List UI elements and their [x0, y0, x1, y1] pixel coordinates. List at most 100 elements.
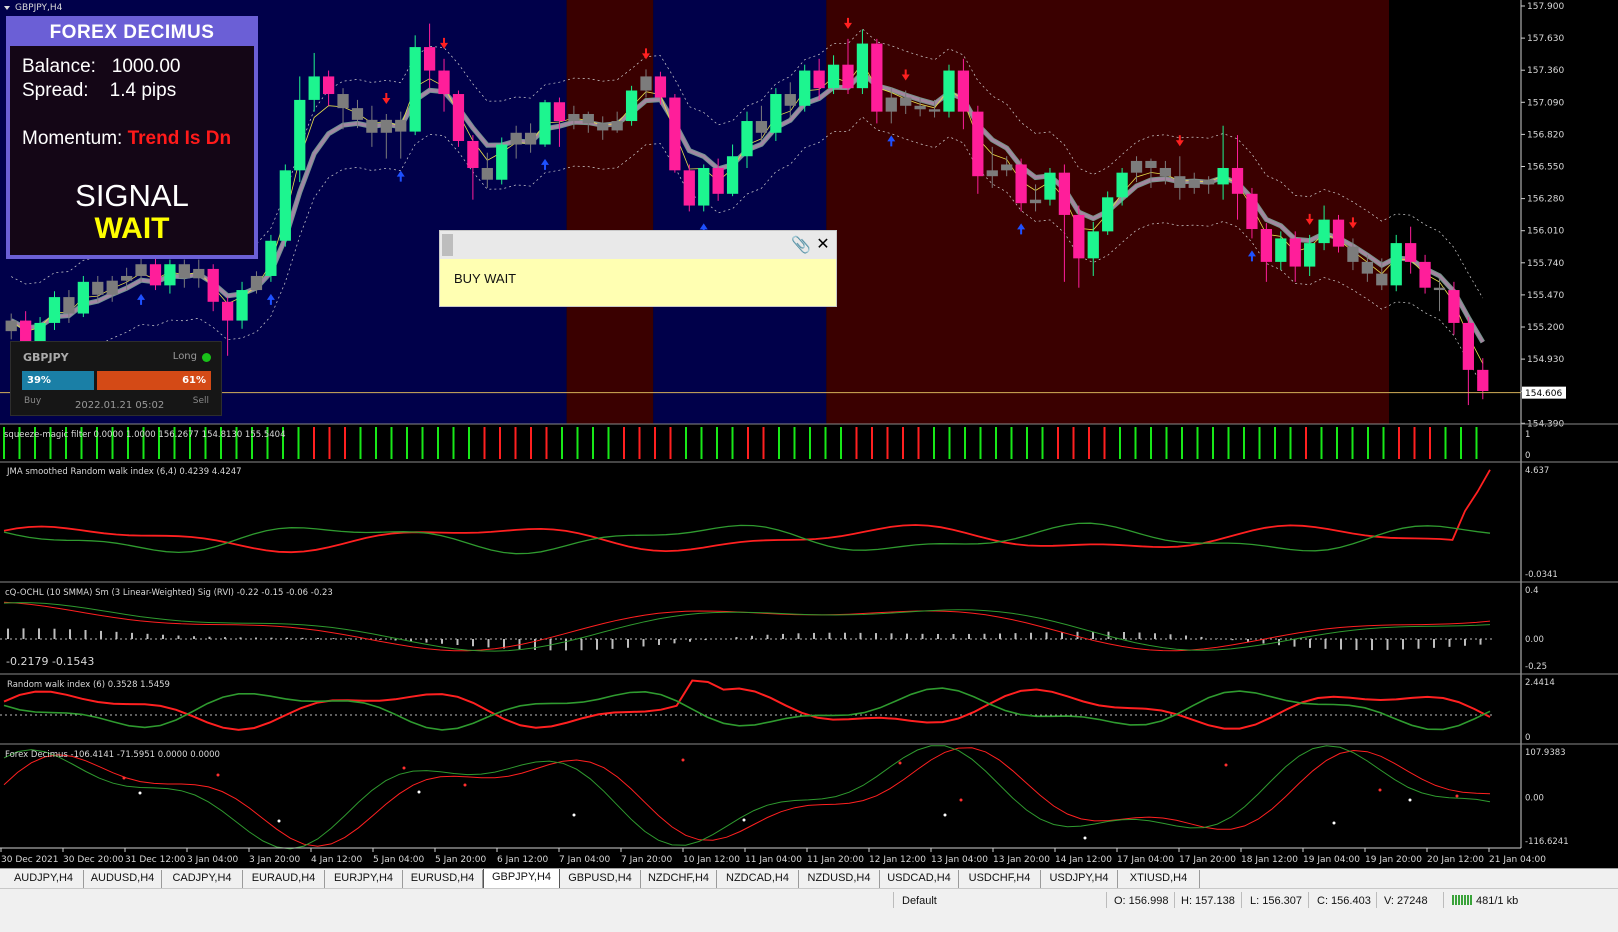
candle-body[interactable] — [900, 97, 912, 106]
candle-body[interactable] — [625, 90, 638, 122]
candle-body[interactable] — [1231, 167, 1244, 194]
candle-body[interactable] — [250, 275, 263, 291]
candle-body[interactable] — [784, 94, 796, 106]
candle-body[interactable] — [77, 281, 89, 314]
candle-body[interactable] — [48, 297, 61, 323]
candle-body[interactable] — [395, 119, 407, 132]
candle-body[interactable] — [1087, 231, 1099, 259]
candle-body[interactable] — [1058, 172, 1071, 215]
candle-body[interactable] — [568, 113, 580, 122]
candle-body[interactable] — [1130, 160, 1143, 173]
candle-body[interactable] — [611, 121, 623, 131]
candle-body[interactable] — [135, 264, 147, 276]
candle-body[interactable] — [1304, 243, 1316, 267]
candle-body[interactable] — [654, 76, 667, 98]
candle-body[interactable] — [986, 170, 998, 177]
candle-body[interactable] — [885, 97, 897, 112]
candle-body[interactable] — [221, 301, 234, 321]
candle-body[interactable] — [236, 290, 248, 321]
candle-body[interactable] — [294, 99, 306, 171]
candle-body[interactable] — [1419, 261, 1431, 288]
candle-body[interactable] — [409, 47, 421, 132]
candle-body[interactable] — [1073, 214, 1085, 259]
candle-body[interactable] — [207, 268, 219, 302]
candle-body[interactable] — [5, 320, 17, 332]
tab-xtiusd-h4[interactable]: XTIUSD,H4 — [1118, 870, 1200, 888]
candle-body[interactable] — [380, 119, 392, 133]
candle-body[interactable] — [553, 102, 566, 122]
candle-body[interactable] — [423, 47, 436, 71]
candle-body[interactable] — [1275, 238, 1287, 262]
tab-audusd-h4[interactable]: AUDUSD,H4 — [84, 870, 162, 888]
candle-body[interactable] — [1260, 229, 1273, 262]
candle-body[interactable] — [20, 320, 32, 343]
candle-body[interactable] — [698, 167, 710, 206]
candle-body[interactable] — [1044, 172, 1056, 200]
tab-nzdusd-h4[interactable]: NZDUSD,H4 — [799, 870, 880, 888]
candle-body[interactable] — [1376, 273, 1388, 286]
candle-body[interactable] — [510, 132, 522, 145]
tab-cadjpy-h4[interactable]: CADJPY,H4 — [162, 870, 243, 888]
candle-body[interactable] — [539, 102, 551, 145]
candle-body[interactable] — [928, 109, 941, 112]
tab-audjpy-h4[interactable]: AUDJPY,H4 — [4, 870, 84, 888]
tab-usdchf-h4[interactable]: USDCHF,H4 — [959, 870, 1041, 888]
tab-nzdcad-h4[interactable]: NZDCAD,H4 — [717, 870, 799, 888]
candle-body[interactable] — [943, 70, 955, 112]
candle-body[interactable] — [827, 64, 840, 89]
candle-body[interactable] — [1246, 193, 1258, 230]
candle-body[interactable] — [1174, 176, 1186, 188]
candle-body[interactable] — [1159, 167, 1172, 177]
tab-nzdchf-h4[interactable]: NZDCHF,H4 — [641, 870, 717, 888]
alert-popup[interactable]: 📎 ✕ BUY WAIT — [439, 230, 837, 307]
paperclip-icon[interactable]: 📎 — [791, 235, 811, 255]
candle-body[interactable] — [467, 140, 479, 168]
drag-handle-icon[interactable] — [442, 234, 453, 256]
candle-body[interactable] — [337, 94, 349, 109]
tab-usdjpy-h4[interactable]: USDJPY,H4 — [1041, 870, 1118, 888]
tab-euraud-h4[interactable]: EURAUD,H4 — [243, 870, 325, 888]
candle-body[interactable] — [914, 105, 926, 110]
candle-body[interactable] — [755, 121, 768, 133]
candle-body[interactable] — [669, 97, 681, 171]
candle-body[interactable] — [741, 121, 753, 157]
candle-body[interactable] — [1001, 164, 1013, 171]
candle-body[interactable] — [871, 43, 883, 112]
candle-body[interactable] — [121, 275, 133, 281]
candle-body[interactable] — [265, 240, 277, 276]
candle-body[interactable] — [351, 108, 364, 120]
candle-body[interactable] — [366, 119, 378, 133]
candle-body[interactable] — [481, 167, 493, 180]
candle-body[interactable] — [957, 70, 970, 112]
candle-body[interactable] — [149, 264, 162, 286]
tab-usdcad-h4[interactable]: USDCAD,H4 — [880, 870, 959, 888]
candle-body[interactable] — [1217, 167, 1229, 185]
candle-body[interactable] — [452, 94, 465, 141]
candle-body[interactable] — [1015, 164, 1027, 204]
candle-body[interactable] — [106, 280, 118, 295]
candle-body[interactable] — [726, 156, 739, 194]
candle-body[interactable] — [164, 264, 176, 286]
candle-body[interactable] — [34, 322, 46, 343]
candle-body[interactable] — [1390, 243, 1402, 286]
close-icon[interactable]: ✕ — [814, 234, 832, 256]
candle-body[interactable] — [1116, 172, 1128, 198]
candle-body[interactable] — [279, 170, 291, 241]
candle-body[interactable] — [856, 43, 869, 89]
tab-gbpjpy-h4[interactable]: GBPJPY,H4 — [483, 869, 560, 889]
candle-body[interactable] — [524, 132, 537, 145]
candle-body[interactable] — [972, 111, 984, 177]
candle-body[interactable] — [582, 113, 594, 124]
candle-body[interactable] — [1102, 197, 1114, 232]
candle-body[interactable] — [322, 76, 335, 95]
candle-body[interactable] — [1332, 219, 1345, 247]
candle-body[interactable] — [1318, 219, 1330, 244]
candle-body[interactable] — [1433, 287, 1446, 291]
candle-body[interactable] — [770, 94, 782, 133]
candle-body[interactable] — [1361, 261, 1373, 274]
candle-body[interactable] — [1188, 179, 1200, 188]
candle-body[interactable] — [1462, 322, 1474, 370]
candle-body[interactable] — [308, 76, 320, 100]
candle-body[interactable] — [1029, 199, 1042, 204]
candle-body[interactable] — [1347, 246, 1359, 262]
